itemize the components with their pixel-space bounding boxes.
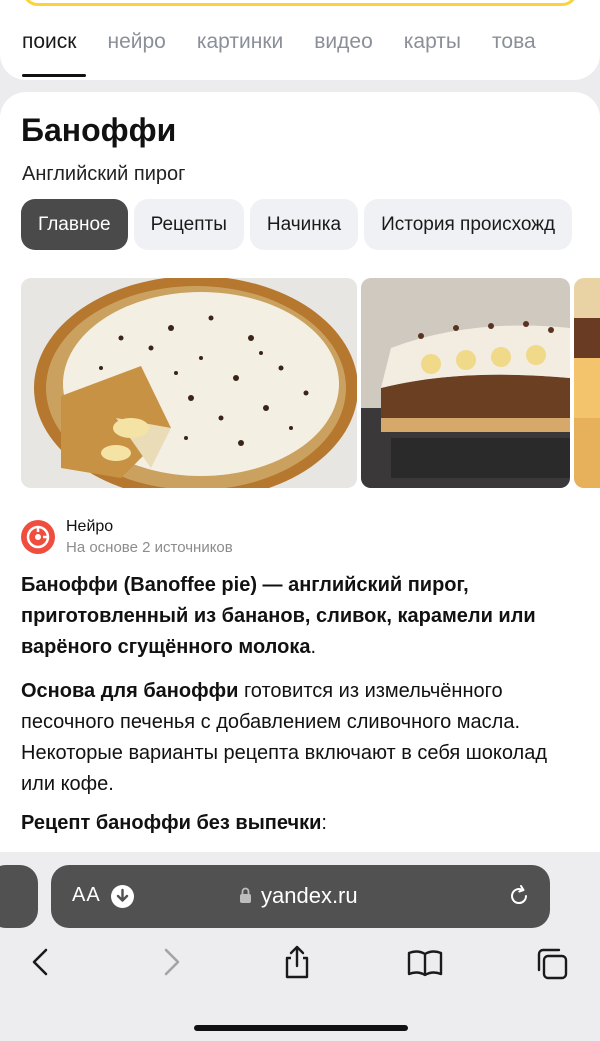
neuro-logo-icon — [21, 520, 55, 554]
forward-icon[interactable] — [158, 942, 184, 987]
chip-history[interactable]: История происхожд — [364, 199, 573, 250]
neuro-source-count[interactable]: На основе 2 источников — [66, 539, 233, 556]
browser-toolbar — [0, 942, 600, 986]
address-url[interactable]: yandex.ru — [261, 883, 358, 909]
tab-video[interactable]: видео — [314, 30, 373, 54]
answer-paragraph-1: Баноффи (Banoffee pie) — английский пиро… — [21, 570, 583, 663]
entity-card: Баноффи Английский пирог Главное Рецепты Н… — [0, 92, 600, 872]
browser-bottom-bar: AA yandex.ru — [0, 852, 600, 1041]
reload-icon[interactable] — [506, 883, 532, 914]
share-icon[interactable] — [281, 942, 313, 987]
home-indicator[interactable] — [194, 1025, 408, 1031]
answer-paragraph-3: Рецепт баноффи без выпечки: — [21, 808, 583, 839]
chip-recipes[interactable]: Рецепты — [133, 199, 244, 250]
tabs-icon[interactable] — [535, 942, 571, 987]
lock-icon — [239, 887, 252, 909]
search-tabs: поиск нейро картинки видео карты това — [22, 30, 567, 54]
bookmarks-icon[interactable] — [406, 942, 444, 987]
answer-p1-bold: Баноффи (Banoffee pie) — английский пиро… — [21, 574, 536, 658]
tab-goods[interactable]: това — [492, 30, 536, 54]
active-tab-indicator — [22, 74, 86, 77]
search-box[interactable] — [22, 0, 578, 6]
text-size-button[interactable]: AA — [72, 884, 101, 907]
tab-search[interactable]: поиск — [22, 30, 76, 54]
tab-neuro[interactable]: нейро — [107, 30, 165, 54]
entity-chips: Главное Рецепты Начинка История происхожд — [21, 199, 578, 250]
gallery-image-pie-side[interactable] — [361, 278, 570, 488]
gallery-image-third[interactable] — [574, 278, 600, 488]
tab-maps[interactable]: карты — [404, 30, 461, 54]
previous-tab-pill[interactable] — [0, 865, 38, 928]
chip-main[interactable]: Главное — [21, 199, 128, 250]
gallery-image-pie-top[interactable] — [21, 278, 357, 488]
download-icon[interactable] — [111, 885, 134, 908]
answer-paragraph-2: Основа для баноффи готовится из измельчё… — [21, 676, 583, 800]
back-icon[interactable] — [28, 942, 54, 987]
search-tabs-bar: поиск нейро картинки видео карты това — [0, 0, 600, 80]
tab-images[interactable]: картинки — [197, 30, 283, 54]
chip-filling[interactable]: Начинка — [249, 199, 359, 250]
answer-p1-end: . — [310, 636, 317, 658]
answer-p3-bold: Рецепт баноффи без выпечки — [21, 812, 322, 834]
entity-subtitle: Английский пирог — [22, 163, 186, 185]
page-title: Баноффи — [21, 112, 177, 148]
neuro-source-name: Нейро — [66, 518, 114, 535]
address-bar[interactable]: AA yandex.ru — [51, 865, 550, 928]
answer-p2-bold: Основа для баноффи — [21, 680, 239, 702]
answer-p3-end: : — [321, 812, 327, 834]
